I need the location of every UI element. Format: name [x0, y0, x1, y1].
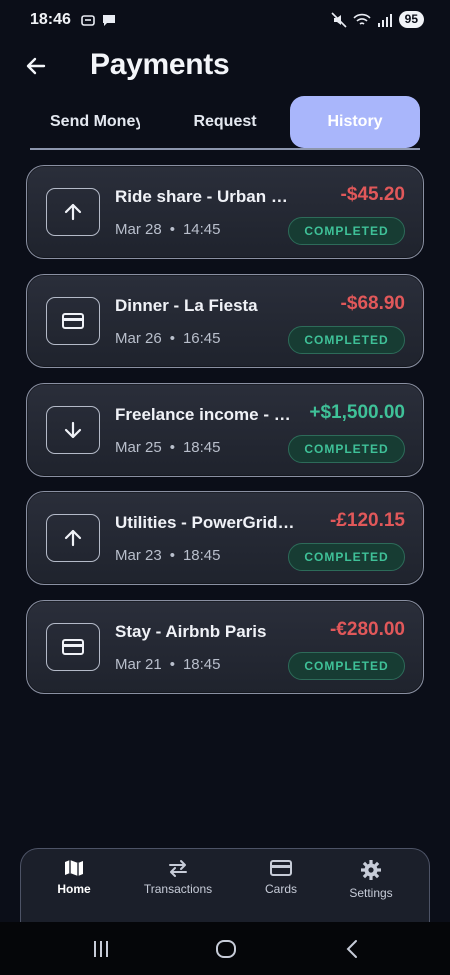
battery-badge: 95	[398, 11, 424, 28]
transaction-date: Mar 25	[115, 439, 162, 456]
transaction-amount: -$68.90	[340, 293, 405, 314]
transaction-amount: -£120.15	[329, 510, 405, 531]
transaction-date: Mar 23	[115, 547, 162, 564]
transaction-icon-box	[46, 188, 100, 236]
card-icon	[62, 313, 84, 329]
transaction-time: 14:45	[182, 221, 221, 238]
bottom-nav: Home Transactions Cards Settings	[20, 848, 430, 928]
transaction-amount: -€280.00	[329, 619, 405, 640]
page-title: Payments	[90, 48, 230, 81]
transaction-time: 16:45	[182, 330, 221, 347]
transaction-meta: Mar 25 • 18:45	[115, 439, 221, 456]
nav-item-cards[interactable]: Cards	[236, 859, 326, 896]
nav-item-home[interactable]: Home	[29, 859, 119, 896]
chat-icon	[103, 15, 115, 26]
nav-item-settings[interactable]: Settings	[326, 859, 416, 900]
card-icon	[62, 639, 84, 655]
transaction-meta: Mar 28 • 14:45	[115, 221, 221, 238]
card-icon	[270, 860, 292, 876]
transaction-card[interactable]: Ride share - Urban Ride Mar 28 • 14:45 -…	[26, 165, 424, 259]
transaction-icon-box	[46, 297, 100, 345]
chevron-left-icon	[346, 940, 357, 958]
transaction-name: Stay - Airbnb Paris	[115, 622, 267, 641]
payment-tabs: Send Money Request History	[30, 96, 420, 150]
tab-send-money[interactable]: Send Money	[30, 96, 160, 148]
transaction-meta: Mar 23 • 18:45	[115, 547, 221, 564]
transaction-name: Utilities - PowerGrid Co	[115, 513, 297, 532]
nav-label-cards: Cards	[264, 882, 297, 896]
transaction-icon-box	[46, 406, 100, 454]
status-bar: 18:46 95	[0, 0, 450, 40]
home-circle-icon	[216, 940, 236, 958]
nav-label-home: Home	[57, 882, 91, 896]
transaction-time: 18:45	[182, 547, 221, 564]
transaction-date: Mar 21	[115, 656, 162, 673]
nav-item-transactions[interactable]: Transactions	[133, 859, 223, 896]
status-badge: COMPLETED	[288, 217, 405, 245]
status-time: 18:46	[30, 11, 71, 28]
transaction-icon-box	[46, 623, 100, 671]
swap-arrows-icon	[169, 860, 187, 877]
transaction-meta: Mar 21 • 18:45	[115, 656, 221, 673]
status-badge: COMPLETED	[288, 543, 405, 571]
meta-separator: •	[169, 547, 175, 564]
arrow-left-icon	[26, 57, 46, 75]
map-icon	[65, 860, 83, 876]
nav-label-transactions: Transactions	[143, 882, 213, 896]
home-button[interactable]	[211, 936, 241, 962]
signal-icon	[377, 13, 392, 27]
transaction-time: 18:45	[182, 656, 221, 673]
status-right: 95	[331, 11, 424, 28]
transaction-card[interactable]: Utilities - PowerGrid Co Mar 23 • 18:45 …	[26, 491, 424, 585]
meta-separator: •	[169, 656, 175, 673]
transaction-date: Mar 28	[115, 221, 162, 238]
meta-separator: •	[169, 330, 175, 347]
nav-label-settings: Settings	[349, 886, 393, 900]
status-badge: COMPLETED	[288, 652, 405, 680]
gear-icon	[361, 860, 381, 880]
meta-separator: •	[169, 439, 175, 456]
transaction-name: Freelance income - Project	[115, 405, 297, 424]
transaction-name: Ride share - Urban Ride	[115, 187, 297, 206]
notification-icons	[80, 12, 117, 28]
status-badge: COMPLETED	[288, 435, 405, 463]
link-icon	[81, 15, 95, 26]
back-nav-button[interactable]	[337, 936, 367, 962]
meta-separator: •	[169, 221, 175, 238]
arrow-up-icon	[64, 529, 82, 547]
transaction-card[interactable]: Stay - Airbnb Paris Mar 21 • 18:45 -€280…	[26, 600, 424, 694]
transaction-time: 18:45	[182, 439, 221, 456]
transaction-amount: +$1,500.00	[309, 402, 405, 423]
status-badge: COMPLETED	[288, 326, 405, 354]
recent-apps-icon	[94, 941, 108, 957]
arrow-up-icon	[64, 203, 82, 221]
tab-history[interactable]: History	[290, 96, 420, 148]
recent-apps-button[interactable]	[86, 936, 116, 962]
transaction-date: Mar 26	[115, 330, 162, 347]
wifi-icon	[353, 13, 371, 25]
transaction-card[interactable]: Dinner - La Fiesta Mar 26 • 16:45 -$68.9…	[26, 274, 424, 368]
arrow-down-icon	[64, 421, 82, 439]
transaction-amount: -$45.20	[340, 184, 405, 205]
system-nav-bar	[0, 922, 450, 975]
tab-send-money-label: Send Money	[50, 113, 140, 130]
transaction-meta: Mar 26 • 16:45	[115, 330, 221, 347]
mute-icon	[331, 11, 347, 28]
tab-request[interactable]: Request	[160, 96, 290, 148]
transaction-icon-box	[46, 514, 100, 562]
back-button[interactable]	[20, 50, 52, 82]
transaction-name: Dinner - La Fiesta	[115, 296, 258, 315]
transaction-card[interactable]: Freelance income - Project Mar 25 • 18:4…	[26, 383, 424, 477]
